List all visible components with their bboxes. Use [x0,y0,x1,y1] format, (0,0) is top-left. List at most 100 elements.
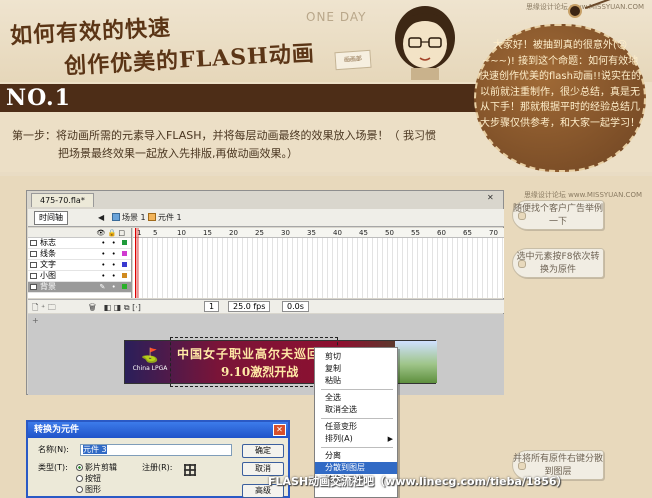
layer-icon [30,240,37,246]
elapsed-time: 0.0s [282,301,309,312]
side-note-2: 选中元素按F8依次转换为原件 [512,248,604,278]
ruler-tick: 45 [359,229,368,237]
playhead[interactable] [135,228,139,298]
timeline-toolbar: 时间轴 ◀ 场景 1 元件 1 [28,209,504,227]
layer-row[interactable]: 小图 • • [28,271,131,282]
symbol-name-input[interactable]: 元件 3 [80,444,232,456]
name-label: 名称(N): [38,445,69,454]
radio-movieclip-label: 影片剪辑 [85,463,117,472]
frame-grid[interactable]: 1 5 10 15 20 25 30 35 40 45 50 55 60 65 … [133,228,504,298]
layer-icon [30,262,37,268]
layer-name: 小图 [40,271,56,280]
sticky-note: 画画部 [334,49,372,71]
layer-row[interactable]: 标志 • • [28,238,131,249]
menu-item-paste[interactable]: 粘贴 [315,375,397,387]
ruler-tick: 50 [385,229,394,237]
radio-graphic[interactable]: 图形 [76,484,101,496]
frame-rate: 25.0 fps [228,301,271,312]
breadcrumb-symbol[interactable]: 元件 1 [148,212,182,224]
ruler-tick: 25 [255,229,264,237]
selection-box [170,337,338,387]
layer-toggles[interactable]: ✎ • [100,282,127,292]
ruler-tick: 10 [177,229,186,237]
timeline-button[interactable]: 时间轴 [34,211,68,225]
layer-row[interactable]: 线条 • • [28,249,131,260]
ruler-tick: 60 [437,229,446,237]
menu-separator [321,447,393,448]
section-bar [0,84,480,112]
layer-row[interactable]: 文字 • • [28,260,131,271]
banner-header: 思缘设计论坛 www.MISSYUAN.COM 如何有效的快速 创作优美的FLA… [0,0,652,172]
timeline-status-bar: 🗋 ⁺ 🗀 🗑 ◧ ◨ ⧉ [·] 1 25.0 fps 0.0s [28,299,504,313]
ruler-tick: 70 [489,229,498,237]
breadcrumb-symbol-label: 元件 1 [158,213,182,222]
ruler-tick: 40 [333,229,342,237]
tag-hole [568,4,582,18]
menu-item-copy[interactable]: 复制 [315,363,397,375]
lpga-logo: ⛳ China LPGA [129,347,171,377]
radio-icon [76,475,83,482]
menu-item-break-apart[interactable]: 分离 [315,450,397,462]
layer-toggles[interactable]: • • [101,260,127,270]
layer-toggles[interactable]: • • [101,271,127,281]
ruler-tick: 30 [281,229,290,237]
layer-icon [30,273,37,279]
layer-icon [30,251,37,257]
layer-row-selected[interactable]: 背景 ✎ • [28,282,131,293]
symbol-name-value: 元件 3 [83,445,107,454]
menu-item-free-transform[interactable]: 任意变形 [315,421,397,433]
ruler-tick: 65 [463,229,472,237]
current-frame: 1 [204,301,220,312]
menu-item-deselect-all[interactable]: 取消全选 [315,404,397,416]
menu-item-arrange-label: 排列(A) [325,434,353,443]
menu-item-cut[interactable]: 剪切 [315,351,397,363]
symbol-icon [148,213,156,221]
golfer-icon: ⛳ [141,348,159,364]
radio-icon [76,486,83,493]
layer-name: 标志 [40,238,56,247]
frame-ruler[interactable]: 1 5 10 15 20 25 30 35 40 45 50 55 60 65 … [133,228,504,238]
ruler-tick: 55 [411,229,420,237]
tag-message: 大家好！被抽到真的很意外(😐~~~)! 接到这个命题：如何有效地快速创作优美的f… [479,40,641,129]
menu-separator [321,418,393,419]
radio-button-label: 按钮 [85,474,101,483]
scene-icon [112,213,120,221]
registration-grid-icon[interactable] [184,464,196,476]
ok-button[interactable]: 确定 [242,444,284,458]
side-note-1: 随便找个客户广告举例一下 [512,200,604,230]
document-tab[interactable]: 475-70.fla* [31,193,94,207]
layer-panel: 👁 🔒 □ 标志 • • 线条 • • 文字 • • 小图 • • 背景 ✎ • [28,228,132,298]
ruler-tick: 20 [229,229,238,237]
menu-separator [321,389,393,390]
lpga-logo-text: China LPGA [132,365,168,372]
menu-item-select-all[interactable]: 全选 [315,392,397,404]
layer-action-icons[interactable]: 🗋 ⁺ 🗀 🗑 ◧ ◨ ⧉ [·] [32,301,141,314]
cartoon-girl-illustration [395,6,455,80]
breadcrumb-scene-label: 场景 1 [122,213,146,222]
layer-icon [30,284,37,290]
ruler-tick: 15 [203,229,212,237]
back-arrow-icon[interactable]: ◀ [98,212,104,224]
type-label: 类型(T): [38,463,68,472]
close-icon[interactable]: ✕ [487,193,497,203]
oneday-stamp: ONE DAY [306,10,367,24]
close-icon[interactable]: ✕ [273,424,286,436]
layer-name: 背景 [40,282,56,291]
ruler-tick: 5 [153,229,158,237]
breadcrumb-scene[interactable]: 场景 1 [112,212,146,224]
step-line-1: 第一步：将动画所需的元素导入FLASH，并将每层动画最终的效果放入场景！（ 我习… [12,129,436,142]
section-number: NO.1 [6,85,71,111]
submenu-arrow-icon: ▶ [387,435,393,443]
step-line-2: 把场景最终效果一起放入先排版,再做动画效果。） [58,147,298,160]
dialog-title: 转换为元件 [28,422,288,438]
layer-toggles[interactable]: • • [101,249,127,259]
layer-toggles[interactable]: • • [101,238,127,248]
layer-header: 👁 🔒 □ [28,228,131,238]
stage-crop-marks: + [32,316,39,325]
ruler-tick: 35 [307,229,316,237]
layer-name: 文字 [40,260,56,269]
radio-graphic-label: 图形 [85,485,101,494]
step-description: 第一步：将动画所需的元素导入FLASH，并将每层动画最终的效果放入场景！（ 我习… [12,127,482,163]
menu-item-arrange[interactable]: 排列(A) ▶ [315,433,397,445]
layer-name: 线条 [40,249,56,258]
